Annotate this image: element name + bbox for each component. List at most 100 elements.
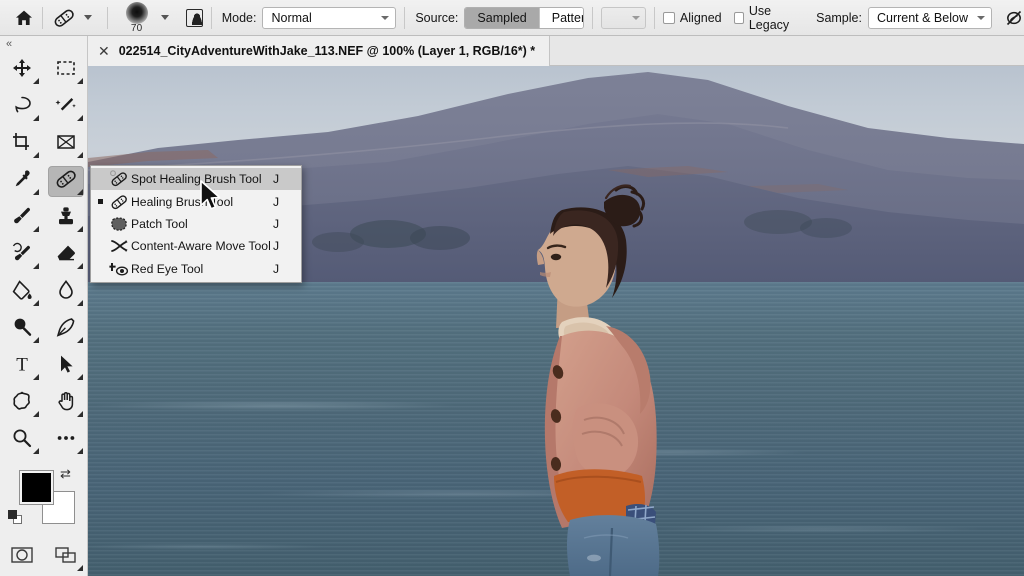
home-icon bbox=[16, 10, 32, 25]
menu-item-label: Patch Tool bbox=[131, 216, 188, 231]
sidebar-item-frame-tool[interactable] bbox=[44, 126, 88, 163]
color-swatches: ⇄ bbox=[0, 465, 87, 535]
hand-icon bbox=[55, 390, 77, 417]
sample-select[interactable]: Current & Below bbox=[867, 6, 992, 29]
sidebar-item-move-tool[interactable] bbox=[0, 52, 44, 89]
clone-stamp-icon bbox=[55, 205, 77, 232]
quick-mask-button[interactable] bbox=[0, 539, 44, 576]
blur-droplet-icon bbox=[55, 279, 77, 306]
close-icon[interactable]: ✕ bbox=[98, 44, 110, 58]
history-brush-icon bbox=[11, 242, 33, 269]
divider bbox=[42, 6, 43, 29]
path-arrow-icon bbox=[55, 353, 77, 380]
collapse-double-chevron-left-icon[interactable]: « bbox=[0, 36, 87, 52]
swap-colors-arrows-icon[interactable]: ⇄ bbox=[60, 466, 71, 482]
current-tool-bullet bbox=[93, 199, 107, 205]
sidebar-item-type-tool[interactable]: T bbox=[0, 348, 44, 385]
mode-select-wrap[interactable]: Normal bbox=[262, 6, 397, 29]
aligned-checkbox-row[interactable]: Aligned bbox=[662, 10, 722, 25]
sidebar-item-clone-stamp-tool[interactable] bbox=[44, 200, 88, 237]
image-canvas[interactable] bbox=[88, 66, 1024, 576]
eyedropper-icon bbox=[11, 168, 33, 195]
tools-panel: « T ⇄ bbox=[0, 36, 88, 576]
divider bbox=[592, 6, 593, 29]
sidebar-item-brush-tool[interactable] bbox=[0, 200, 44, 237]
menu-item-shortcut: J bbox=[273, 261, 280, 276]
quick-selection-wand-icon bbox=[55, 94, 77, 121]
sidebar-item-blur-tool[interactable] bbox=[44, 274, 88, 311]
foreground-color-swatch[interactable] bbox=[19, 470, 54, 505]
sidebar-item-custom-shape-tool[interactable] bbox=[0, 385, 44, 422]
sample-label: Sample: bbox=[816, 10, 862, 25]
home-button[interactable] bbox=[14, 0, 34, 36]
document-tab-bar: ✕ 022514_CityAdventureWithJake_113.NEF @… bbox=[88, 36, 1024, 66]
sidebar-item-healing-brush-tool[interactable] bbox=[44, 163, 88, 200]
use-legacy-checkbox-row[interactable]: Use Legacy bbox=[733, 4, 804, 32]
sidebar-item-lasso-tool[interactable] bbox=[0, 89, 44, 126]
pattern-swatch-picker[interactable] bbox=[600, 6, 647, 29]
healing-brush-icon bbox=[54, 9, 74, 27]
content-aware-move-icon bbox=[107, 237, 131, 255]
menu-item-healing-brush-tool[interactable]: Healing Brush Tool J bbox=[91, 190, 301, 212]
tablet-pressure-toggle[interactable] bbox=[1004, 8, 1024, 28]
quick-mask-icon bbox=[10, 545, 34, 570]
crop-icon bbox=[11, 131, 33, 158]
source-segmented-control: Sampled Pattern bbox=[464, 6, 585, 29]
document-tab-title: 022514_CityAdventureWithJake_113.NEF @ 1… bbox=[118, 44, 536, 58]
spot-healing-brush-icon bbox=[107, 170, 131, 188]
sidebar-item-quick-selection-tool[interactable] bbox=[44, 89, 88, 126]
mode-select[interactable]: Normal bbox=[262, 6, 397, 29]
sidebar-item-zoom-tool[interactable] bbox=[0, 422, 44, 459]
divider bbox=[210, 6, 212, 29]
menu-item-patch-tool[interactable]: Patch Tool J bbox=[91, 213, 301, 235]
brush-size-value: 70 bbox=[130, 23, 143, 34]
sidebar-item-history-brush-tool[interactable] bbox=[0, 237, 44, 274]
dodge-icon bbox=[11, 316, 33, 343]
sidebar-item-edit-toolbar[interactable] bbox=[44, 422, 88, 459]
sidebar-item-hand-tool[interactable] bbox=[44, 385, 88, 422]
sidebar-item-eyedropper-tool[interactable] bbox=[0, 163, 44, 200]
sidebar-item-dodge-tool[interactable] bbox=[0, 311, 44, 348]
sidebar-item-pen-tool[interactable] bbox=[44, 311, 88, 348]
menu-item-spot-healing-brush-tool[interactable]: Spot Healing Brush Tool J bbox=[91, 168, 301, 191]
toolbar-bottom-buttons bbox=[0, 539, 87, 576]
divider bbox=[404, 6, 406, 29]
current-tool-button[interactable] bbox=[51, 0, 77, 36]
sidebar-item-path-selection-tool[interactable] bbox=[44, 348, 88, 385]
use-legacy-checkbox[interactable] bbox=[733, 11, 744, 24]
magnifier-icon bbox=[11, 427, 33, 454]
source-sampled-button[interactable]: Sampled bbox=[465, 7, 539, 28]
sidebar-item-rectangular-marquee-tool[interactable] bbox=[44, 52, 88, 89]
divider bbox=[106, 6, 108, 29]
divider bbox=[654, 6, 655, 29]
svg-text:T: T bbox=[16, 355, 28, 376]
sample-select-wrap[interactable]: Current & Below bbox=[867, 6, 992, 29]
screen-mode-icon bbox=[54, 545, 78, 570]
source-label: Source: bbox=[415, 10, 459, 25]
default-colors-icon[interactable] bbox=[8, 510, 22, 524]
menu-item-shortcut: J bbox=[273, 172, 280, 187]
source-pattern-button[interactable]: Pattern bbox=[538, 7, 584, 28]
eraser-icon bbox=[55, 242, 77, 269]
menu-item-red-eye-tool[interactable]: Red Eye Tool J bbox=[91, 258, 301, 280]
brush-settings-panel-button[interactable] bbox=[185, 8, 203, 27]
sidebar-item-gradient-tool[interactable] bbox=[0, 274, 44, 311]
screen-mode-button[interactable] bbox=[44, 539, 88, 576]
red-eye-icon bbox=[107, 260, 131, 278]
ellipsis-icon bbox=[55, 427, 77, 454]
healing-brush-icon bbox=[107, 193, 131, 211]
sidebar-item-eraser-tool[interactable] bbox=[44, 237, 88, 274]
aligned-checkbox[interactable] bbox=[662, 11, 675, 24]
frame-icon bbox=[55, 131, 77, 158]
menu-item-label: Red Eye Tool bbox=[131, 261, 204, 276]
document-tab[interactable]: ✕ 022514_CityAdventureWithJake_113.NEF @… bbox=[88, 36, 551, 66]
brush-preset-chevron-down-icon[interactable] bbox=[160, 15, 169, 20]
patch-icon bbox=[107, 215, 131, 233]
sidebar-item-crop-tool[interactable] bbox=[0, 126, 44, 163]
brush-size-preview[interactable]: 70 bbox=[120, 1, 154, 34]
aligned-label: Aligned bbox=[679, 10, 722, 25]
menu-item-content-aware-move-tool[interactable]: Content-Aware Move Tool J bbox=[91, 235, 301, 257]
tool-flyout-menu: Spot Healing Brush Tool J Healing Brush … bbox=[90, 165, 302, 283]
paintbrush-icon bbox=[11, 205, 33, 232]
tool-preset-chevron-down-icon[interactable] bbox=[83, 15, 92, 20]
